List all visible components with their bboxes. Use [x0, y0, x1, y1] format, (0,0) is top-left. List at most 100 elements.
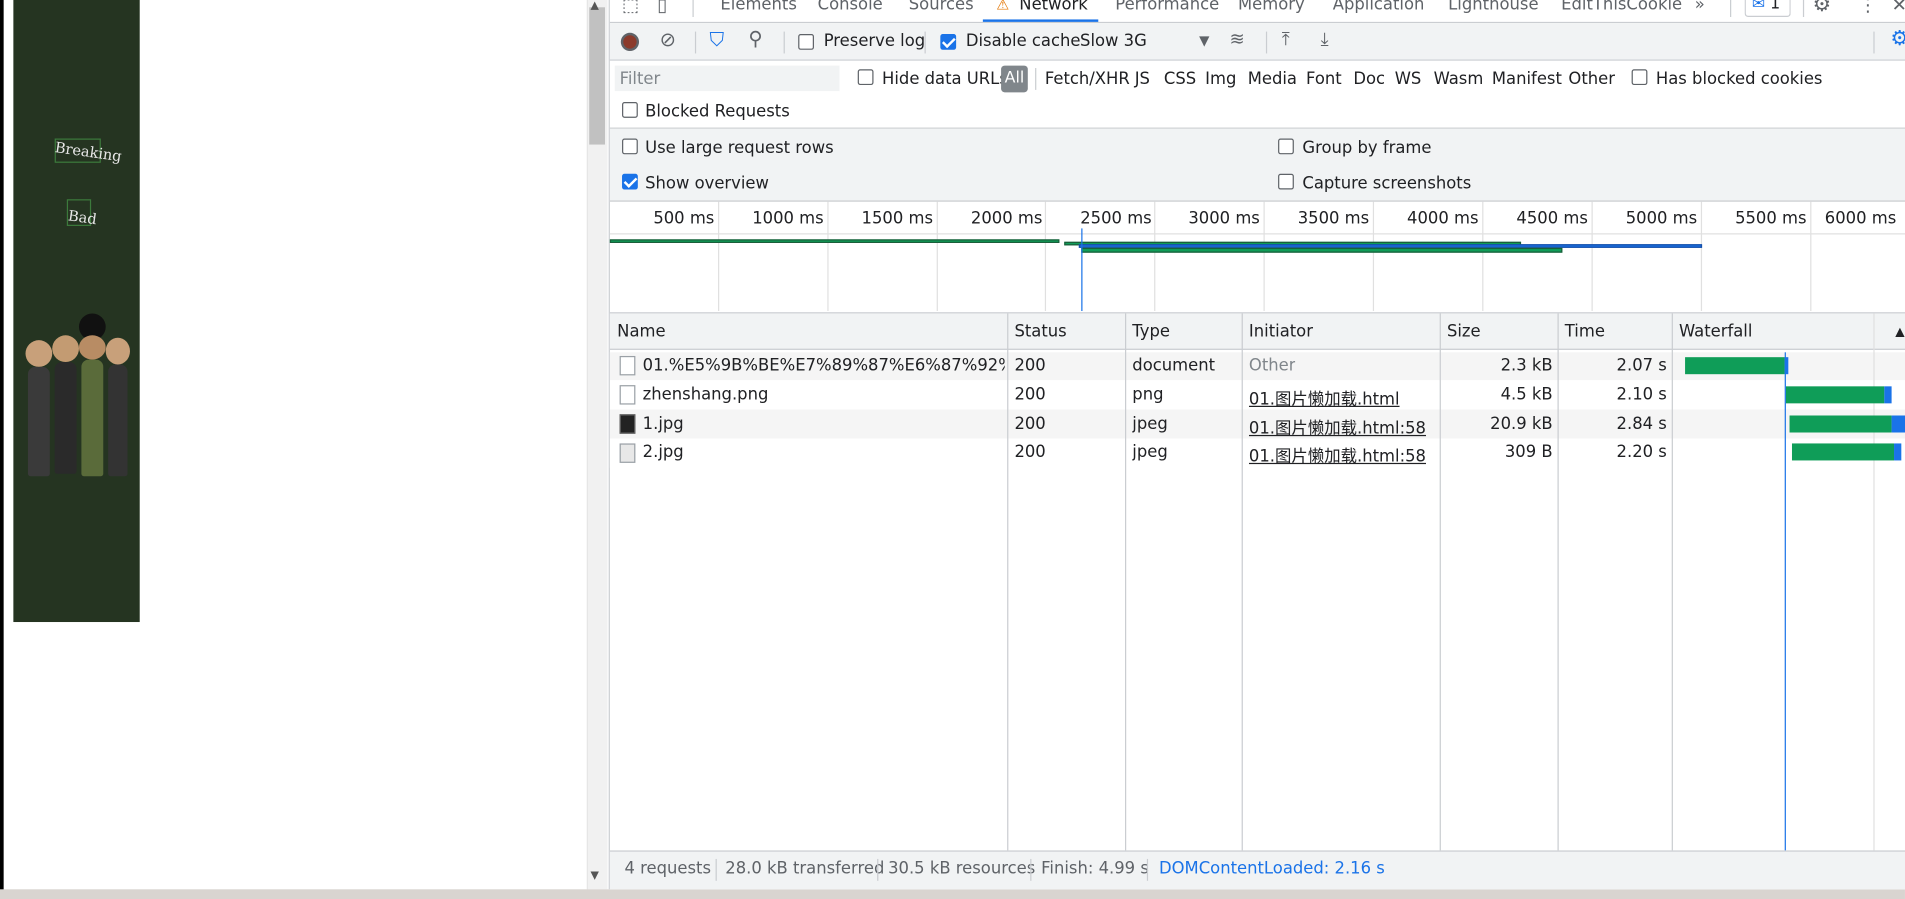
filter-type-wasm[interactable]: Wasm: [1434, 69, 1484, 88]
page-scrollbar-thumb[interactable]: [589, 7, 606, 145]
tab-elements[interactable]: Elements: [720, 0, 796, 15]
filter-type-img[interactable]: Img: [1205, 69, 1236, 88]
tab-memory[interactable]: Memory: [1238, 0, 1305, 15]
filter-input[interactable]: Filter: [614, 65, 840, 92]
overview-dcl-line: [1081, 228, 1083, 312]
tick-label: 4000 ms: [1407, 208, 1479, 229]
settings-gear-icon[interactable]: ⚙: [1813, 0, 1832, 17]
import-har-icon[interactable]: ⤒: [1282, 28, 1290, 50]
request-initiator-link[interactable]: 01.图片懒加载.html:58: [1249, 414, 1426, 438]
breaking-bad-poster: Breaking Bad: [13, 0, 140, 623]
request-time: 2.84 s: [1616, 414, 1667, 434]
large-rows-checkbox[interactable]: [622, 138, 638, 155]
show-overview-label[interactable]: Show overview: [645, 174, 769, 193]
request-name[interactable]: 1.jpg: [643, 414, 1005, 433]
summary-requests: 4 requests: [624, 858, 712, 879]
capture-screenshots-label[interactable]: Capture screenshots: [1302, 174, 1471, 193]
filter-type-css[interactable]: CSS: [1164, 69, 1196, 88]
request-type: document: [1132, 355, 1216, 376]
waterfall-bar: [1685, 357, 1785, 375]
customize-menu-icon[interactable]: ⋮: [1859, 0, 1877, 16]
has-blocked-cookies-checkbox[interactable]: [1631, 69, 1648, 86]
image-file-icon: [619, 385, 636, 405]
col-time[interactable]: Time: [1565, 322, 1605, 341]
tab-editthiscookie[interactable]: EditThisCookie: [1561, 0, 1682, 15]
request-name[interactable]: 2.jpg: [643, 442, 1005, 461]
document-file-icon: [619, 355, 636, 376]
request-name[interactable]: zhenshang.png: [643, 385, 1005, 404]
request-initiator-link[interactable]: 01.图片懒加载.html:58: [1249, 442, 1426, 466]
tick-label: 500 ms: [653, 208, 715, 229]
active-tab-indicator: [982, 19, 1099, 22]
search-icon[interactable]: ⚲: [748, 27, 762, 50]
chevron-down-icon[interactable]: ▼: [1199, 33, 1209, 49]
record-button[interactable]: [620, 32, 640, 52]
filter-type-fetch-xhr[interactable]: Fetch/XHR: [1045, 69, 1130, 88]
filter-icon[interactable]: ⛉: [710, 28, 725, 52]
network-settings-pane: Use large request rows Group by frame Sh…: [609, 128, 1905, 202]
tab-console[interactable]: Console: [818, 0, 883, 15]
issues-badge[interactable]: ✉ 1: [1744, 0, 1791, 18]
taskbar-strip: [0, 889, 1905, 899]
request-time: 2.20 s: [1616, 442, 1667, 462]
blocked-requests-label[interactable]: Blocked Requests: [645, 102, 790, 121]
export-har-icon[interactable]: ⤓: [1321, 28, 1329, 50]
has-blocked-cookies-label[interactable]: Has blocked cookies: [1656, 69, 1823, 88]
show-overview-checkbox[interactable]: [622, 173, 638, 190]
request-name[interactable]: 01.%E5%9B%BE%E7%89%87%E6%87%92%E5%...: [643, 356, 1005, 375]
hide-data-urls-checkbox[interactable]: [857, 69, 874, 86]
tick-label: 4500 ms: [1516, 208, 1588, 229]
col-waterfall[interactable]: Waterfall: [1679, 322, 1752, 341]
disable-cache-label[interactable]: Disable cache: [966, 32, 1081, 51]
request-initiator-link[interactable]: 01.图片懒加载.html: [1249, 385, 1400, 409]
col-initiator[interactable]: Initiator: [1249, 322, 1313, 341]
inspect-element-icon[interactable]: ⬚: [622, 0, 639, 16]
preserve-log-checkbox[interactable]: [798, 34, 814, 50]
tab-performance[interactable]: Performance: [1115, 0, 1219, 15]
group-by-frame-label[interactable]: Group by frame: [1302, 138, 1431, 157]
network-conditions-icon[interactable]: ≋: [1229, 28, 1244, 50]
request-initiator: Other: [1248, 355, 1296, 376]
col-type[interactable]: Type: [1132, 322, 1170, 341]
filter-type-manifest[interactable]: Manifest: [1492, 69, 1562, 88]
col-name[interactable]: Name: [617, 322, 665, 341]
request-status: 200: [1014, 355, 1046, 376]
clear-icon[interactable]: ⊘: [660, 28, 676, 51]
capture-screenshots-checkbox[interactable]: [1278, 173, 1294, 190]
filter-type-ws[interactable]: WS: [1395, 69, 1422, 88]
filter-type-js[interactable]: JS: [1135, 69, 1150, 88]
col-status[interactable]: Status: [1014, 322, 1066, 341]
scroll-up-arrow[interactable]: ▲: [590, 0, 598, 12]
col-size[interactable]: Size: [1447, 322, 1481, 341]
tab-application[interactable]: Application: [1333, 0, 1425, 15]
filter-type-media[interactable]: Media: [1248, 69, 1297, 88]
device-toolbar-icon[interactable]: ▯: [657, 0, 667, 16]
filter-type-doc[interactable]: Doc: [1353, 69, 1385, 88]
close-devtools-icon[interactable]: ✕: [1892, 0, 1905, 16]
tab-sources[interactable]: Sources: [909, 0, 974, 15]
blocked-requests-checkbox[interactable]: [622, 102, 638, 118]
tick-label: 2000 ms: [970, 208, 1043, 229]
throttling-select[interactable]: Slow 3G: [1080, 32, 1147, 51]
summary-domcontentloaded: DOMContentLoaded: 2.16 s: [1159, 858, 1385, 879]
preserve-log-label[interactable]: Preserve log: [824, 32, 925, 51]
tick-label: 3000 ms: [1188, 208, 1260, 229]
disable-cache-checkbox[interactable]: [940, 34, 957, 50]
waterfall-bar: [1785, 386, 1885, 404]
scroll-down-arrow[interactable]: ▼: [590, 870, 598, 882]
filter-type-all[interactable]: All: [1001, 65, 1028, 93]
window-edge: [0, 0, 4, 899]
tick-label: 1500 ms: [861, 208, 934, 229]
request-status: 200: [1014, 414, 1046, 434]
large-rows-label[interactable]: Use large request rows: [645, 138, 834, 157]
sort-ascending-icon[interactable]: ▲: [1895, 326, 1904, 339]
group-by-frame-checkbox[interactable]: [1278, 138, 1294, 155]
network-settings-icon[interactable]: ⚙: [1890, 27, 1905, 51]
filter-type-font[interactable]: Font: [1306, 69, 1342, 88]
tab-network[interactable]: Network: [1019, 0, 1087, 15]
tab-lighthouse[interactable]: Lighthouse: [1448, 0, 1538, 15]
request-size: 2.3 kB: [1500, 355, 1553, 376]
hide-data-urls-label[interactable]: Hide data URLs: [882, 69, 1008, 88]
more-tabs-icon[interactable]: »: [1695, 0, 1705, 15]
filter-type-other[interactable]: Other: [1568, 69, 1615, 88]
